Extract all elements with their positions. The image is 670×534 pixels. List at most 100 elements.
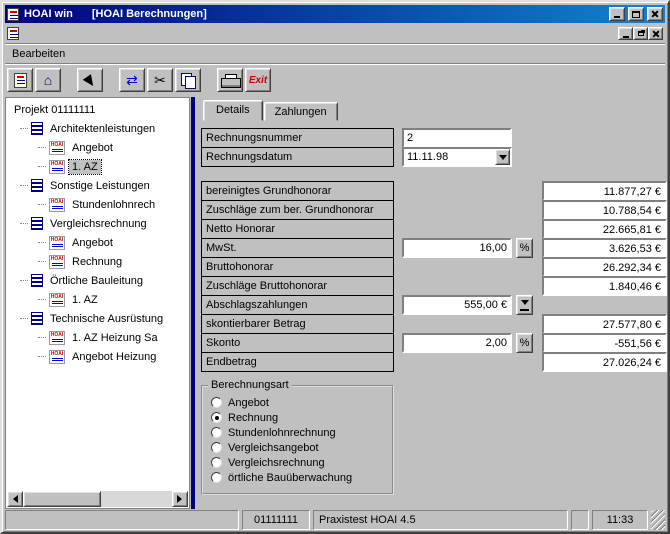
tree-node-vergleich-angebot[interactable]: HOAI Angebot [8, 233, 189, 252]
netto-honorar-label: Netto Honorar [201, 219, 394, 239]
skonto-percent-button[interactable]: % [516, 333, 533, 353]
tree-node-1-az-heizung[interactable]: HOAI 1. AZ Heizung Sa [8, 328, 189, 347]
scroll-right-button[interactable] [172, 491, 188, 507]
tree-connector [20, 223, 28, 224]
hoai-doc-icon: HOAI [49, 236, 65, 250]
app-title: HOAI win [24, 8, 73, 20]
radio-rechnung[interactable]: Rechnung [211, 410, 392, 425]
new-form-button[interactable] [7, 68, 33, 92]
tab-details[interactable]: Details [203, 100, 263, 121]
hoai-doc-icon: HOAI [49, 198, 65, 212]
form-row-endbetrag: Endbetrag 27.026,24 € [201, 352, 667, 372]
tools-button[interactable] [77, 68, 103, 92]
transfer-arrows-icon: ⇄ [126, 73, 138, 87]
form-row-zuschlaege-grundhonorar: Zuschläge zum ber. Grundhonorar 10.788,5… [201, 200, 667, 220]
child-restore-button[interactable] [633, 27, 648, 40]
zuschlaege-grundhonorar-value: 10.788,54 € [542, 200, 667, 220]
skonto-input[interactable] [402, 333, 512, 353]
mwst-input[interactable] [402, 238, 512, 258]
toolbar: ⌂ ⇄ ✂ Exit [5, 65, 665, 95]
arrow-right-icon [177, 495, 186, 503]
tree-node-architektenleistungen[interactable]: Architektenleistungen [8, 119, 189, 138]
bruttohonorar-label: Bruttohonorar [201, 257, 394, 277]
mdi-row [5, 24, 665, 44]
hoai-doc-icon: HOAI [49, 160, 65, 174]
category-icon [31, 312, 43, 325]
cut-button[interactable]: ✂ [147, 68, 173, 92]
transfer-button[interactable]: ⇄ [119, 68, 145, 92]
tree-connector [38, 299, 46, 300]
maximize-button[interactable] [628, 7, 644, 21]
abschlagszahlungen-label: Abschlagszahlungen [201, 295, 394, 315]
child-close-button[interactable] [648, 27, 663, 40]
netto-honorar-value: 22.665,81 € [542, 219, 667, 239]
rechnungsdatum-combo [402, 147, 512, 167]
radio-vergleichsrechnung[interactable]: Vergleichsrechnung [211, 455, 392, 470]
tree-node-stundenlohnrechnung[interactable]: HOAI Stundenlohnrech [8, 195, 189, 214]
form-row-zuschlaege-bruttohonorar: Zuschläge Bruttohonorar 1.840,46 € [201, 276, 667, 296]
scrollbar-track[interactable] [23, 491, 172, 507]
exit-button[interactable]: Exit [245, 68, 271, 92]
tab-zahlungen[interactable]: Zahlungen [264, 102, 338, 121]
print-button[interactable] [217, 68, 243, 92]
zuschlaege-grundhonorar-label: Zuschläge zum ber. Grundhonorar [201, 200, 394, 220]
abschlagszahlungen-input[interactable] [402, 295, 512, 315]
scroll-left-button[interactable] [7, 491, 23, 507]
tree-node-oertliche-bauleitung[interactable]: Örtliche Bauleitung [8, 271, 189, 290]
minimize-icon [614, 16, 620, 18]
tree-node-vergleich-rechnung[interactable]: HOAI Rechnung [8, 252, 189, 271]
tree-root-projekt[interactable]: Projekt 01111111 [8, 100, 189, 119]
menu-bearbeiten[interactable]: Bearbeiten [5, 46, 72, 62]
printer-icon [221, 74, 239, 87]
rechnungsdatum-dropdown-button[interactable] [495, 149, 510, 165]
radio-circle-icon [211, 457, 222, 468]
mwst-label: MwSt. [201, 238, 394, 258]
tree-node-1-az[interactable]: HOAI 1. AZ [8, 157, 189, 176]
rechnungsnummer-input[interactable] [402, 128, 512, 148]
skontierbarer-betrag-value: 27.577,80 € [542, 314, 667, 334]
skontierbarer-betrag-label: skontierbarer Betrag [201, 314, 394, 334]
radio-circle-icon [211, 427, 222, 438]
home-button[interactable]: ⌂ [35, 68, 61, 92]
zuschlaege-bruttohonorar-label: Zuschläge Bruttohonorar [201, 276, 394, 296]
radio-label: Vergleichsangebot [228, 442, 319, 454]
copy-button[interactable] [175, 68, 201, 92]
bereinigtes-grundhonorar-label: bereinigtes Grundhonorar [201, 181, 394, 201]
skonto-value: -551,56 € [542, 333, 667, 353]
radio-circle-icon [211, 397, 222, 408]
resize-grip[interactable] [651, 510, 665, 530]
hoai-doc-icon: HOAI [49, 141, 65, 155]
category-icon [31, 179, 43, 192]
status-project-number: 01111111 [242, 510, 310, 530]
radio-oertliche-bauueberwachung[interactable]: örtliche Bauüberwachung [211, 470, 392, 485]
tree-node-sonstige-leistungen[interactable]: Sonstige Leistungen [8, 176, 189, 195]
abschlagszahlungen-list-button[interactable] [516, 295, 533, 315]
form-icon [14, 73, 27, 88]
form-row-netto-honorar: Netto Honorar 22.665,81 € [201, 219, 667, 239]
child-minimize-button[interactable] [618, 27, 633, 40]
tree-node-bauleitung-1-az[interactable]: HOAI 1. AZ [8, 290, 189, 309]
tree-node-technische-ausruestung[interactable]: Technische Ausrüstung [8, 309, 189, 328]
copy-icon [181, 73, 196, 87]
tree-node-vergleichsrechnung[interactable]: Vergleichsrechnung [8, 214, 189, 233]
close-icon [652, 30, 660, 38]
tab-bar: Details Zahlungen [203, 99, 665, 121]
minimize-button[interactable] [609, 7, 625, 21]
tree-connector [38, 242, 46, 243]
menubar: Bearbeiten [5, 45, 665, 64]
bruttohonorar-value: 26.292,34 € [542, 257, 667, 277]
tree-node-angebot-heizung[interactable]: HOAI Angebot Heizung [8, 347, 189, 366]
radio-angebot[interactable]: Angebot [211, 395, 392, 410]
chevron-down-icon [499, 155, 507, 164]
panel-splitter[interactable] [191, 97, 195, 509]
bereinigtes-grundhonorar-value: 11.877,27 € [542, 181, 667, 201]
tree-horizontal-scrollbar[interactable] [7, 491, 188, 507]
form-row-abschlagszahlungen: Abschlagszahlungen [201, 295, 667, 315]
form-row-skontierbarer-betrag: skontierbarer Betrag 27.577,80 € [201, 314, 667, 334]
radio-vergleichsangebot[interactable]: Vergleichsangebot [211, 440, 392, 455]
tree-node-angebot[interactable]: HOAI Angebot [8, 138, 189, 157]
radio-stundenlohnrechnung[interactable]: Stundenlohnrechnung [211, 425, 392, 440]
scrollbar-thumb[interactable] [23, 491, 101, 507]
mwst-percent-button[interactable]: % [516, 238, 533, 258]
close-button[interactable] [647, 7, 663, 21]
